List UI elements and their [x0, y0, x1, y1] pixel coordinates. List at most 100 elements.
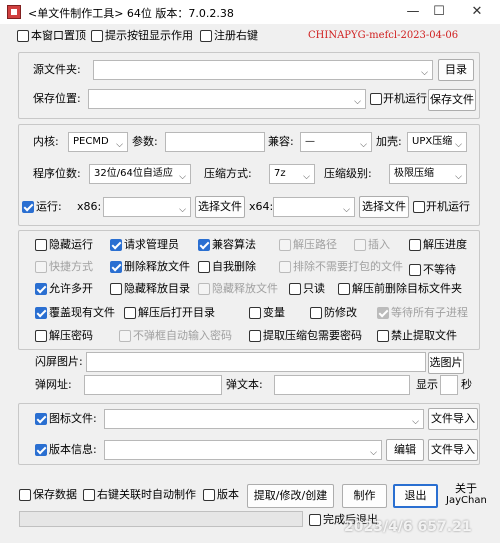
- tooltip-hint-label: 提示按钮显示作用: [105, 29, 193, 42]
- register-context-checkbox[interactable]: [200, 30, 212, 42]
- delete-release-checkbox[interactable]: [110, 261, 122, 273]
- make-button[interactable]: 制作: [342, 484, 387, 508]
- request-admin-label: 请求管理员: [124, 238, 179, 251]
- maximize-button[interactable]: ☐: [428, 2, 450, 22]
- icon-import-button[interactable]: 文件导入: [428, 408, 478, 430]
- x86-combo[interactable]: ⌵: [103, 197, 191, 217]
- title-bar: <单文件制作工具> 64位 版本：7.0.2.38 — ☐ ✕: [0, 0, 500, 24]
- variable-checkbox[interactable]: [249, 307, 261, 319]
- popup-url-input[interactable]: [84, 375, 222, 395]
- compress-level-label: 压缩级别:: [324, 167, 372, 180]
- shell-label: 加壳:: [376, 135, 402, 148]
- hidden-run-checkbox[interactable]: [35, 239, 47, 251]
- source-startup-checkbox[interactable]: [370, 93, 382, 105]
- allow-multi-checkbox[interactable]: [35, 283, 47, 295]
- watermark-text: 2023/4/6 657.21: [344, 519, 472, 535]
- seconds-input[interactable]: [440, 375, 458, 395]
- save-data-checkbox[interactable]: [19, 489, 31, 501]
- exclude-files-checkbox[interactable]: [279, 261, 291, 273]
- seconds-label: 秒: [461, 378, 472, 391]
- unzip-password-checkbox[interactable]: [35, 330, 47, 342]
- icon-file-combo[interactable]: ⌵: [104, 409, 424, 429]
- core-startup-label: 开机运行: [426, 200, 470, 213]
- author-text: JayChan: [446, 495, 487, 506]
- param-input[interactable]: [165, 132, 265, 152]
- x64-combo[interactable]: ⌵: [273, 197, 355, 217]
- source-folder-combo[interactable]: ⌵: [93, 60, 433, 80]
- version-import-button[interactable]: 文件导入: [428, 439, 478, 461]
- wait-child-label: 等待所有子进程: [391, 306, 468, 319]
- select-x86-file-button[interactable]: 选择文件: [195, 196, 245, 218]
- extract-modify-create-button[interactable]: 提取/修改/创建: [247, 484, 334, 508]
- shutdown-after-checkbox[interactable]: [309, 514, 321, 526]
- insert-checkbox[interactable]: [354, 239, 366, 251]
- icon-file-checkbox[interactable]: [35, 413, 47, 425]
- close-button[interactable]: ✕: [466, 2, 488, 22]
- overwrite-existing-label: 覆盖现有文件: [49, 306, 115, 319]
- splash-image-label: 闪屏图片:: [35, 355, 83, 368]
- kernel-combo[interactable]: PECMD ⌵: [68, 132, 128, 152]
- minimize-button[interactable]: —: [402, 2, 424, 22]
- exit-button[interactable]: 退出: [393, 484, 438, 508]
- context-auto-checkbox[interactable]: [83, 489, 95, 501]
- core-startup-checkbox[interactable]: [413, 201, 425, 213]
- no-autoinput-popup-checkbox[interactable]: [119, 330, 131, 342]
- compress-level-combo[interactable]: 极限压缩 ⌵: [389, 164, 467, 184]
- forbid-extract-label: 禁止提取文件: [391, 329, 457, 342]
- select-image-button[interactable]: 选图片: [428, 352, 464, 374]
- unzip-progress-checkbox[interactable]: [409, 239, 421, 251]
- compat-combo[interactable]: — ⌵: [300, 132, 372, 152]
- compat-algo-label: 兼容算法: [212, 238, 256, 251]
- hide-release-files-checkbox[interactable]: [198, 283, 210, 295]
- popup-text-input[interactable]: [274, 375, 410, 395]
- compat-algo-checkbox[interactable]: [198, 239, 210, 251]
- popup-text-label: 弹文本:: [226, 378, 263, 391]
- splash-image-input[interactable]: [86, 352, 426, 372]
- variable-label: 变量: [263, 306, 285, 319]
- shortcut-label: 快捷方式: [49, 260, 93, 273]
- run-checkbox[interactable]: [22, 201, 34, 213]
- wait-child-checkbox[interactable]: [377, 307, 389, 319]
- version-info-combo[interactable]: ⌵: [104, 440, 382, 460]
- window-topmost-label: 本窗口置顶: [31, 29, 86, 42]
- open-dir-after-checkbox[interactable]: [124, 307, 136, 319]
- chevron-down-icon: ⌵: [343, 205, 350, 215]
- version-checkbox[interactable]: [203, 489, 215, 501]
- tooltip-hint-checkbox[interactable]: [91, 30, 103, 42]
- compress-method-combo[interactable]: 7z ⌵: [269, 164, 315, 184]
- x86-label: x86:: [77, 200, 102, 213]
- directory-button[interactable]: 目录: [438, 59, 474, 81]
- shortcut-checkbox[interactable]: [35, 261, 47, 273]
- chevron-down-icon: ⌵: [354, 97, 361, 107]
- version-label: 版本: [217, 488, 239, 501]
- icon-file-label: 图标文件:: [49, 412, 97, 425]
- no-wait-checkbox[interactable]: [409, 264, 421, 276]
- no-autoinput-popup-label: 不弹框自动输入密码: [133, 329, 232, 342]
- show-label: 显示: [416, 378, 438, 391]
- delete-target-before-checkbox[interactable]: [338, 283, 350, 295]
- readonly-checkbox[interactable]: [289, 283, 301, 295]
- unzip-path-checkbox[interactable]: [279, 239, 291, 251]
- register-context-label: 注册右键: [214, 29, 258, 42]
- anti-tamper-checkbox[interactable]: [310, 307, 322, 319]
- hide-release-dir-checkbox[interactable]: [110, 283, 122, 295]
- popup-url-label: 弹网址:: [35, 378, 72, 391]
- overwrite-existing-checkbox[interactable]: [35, 307, 47, 319]
- forbid-extract-checkbox[interactable]: [377, 330, 389, 342]
- bits-combo[interactable]: 32位/64位自适应 ⌵: [89, 164, 191, 184]
- shell-combo[interactable]: UPX压缩 ⌵: [407, 132, 467, 152]
- extract-password-checkbox[interactable]: [249, 330, 261, 342]
- self-delete-checkbox[interactable]: [198, 261, 210, 273]
- kernel-label: 内核:: [33, 135, 59, 148]
- request-admin-checkbox[interactable]: [110, 239, 122, 251]
- chevron-down-icon: ⌵: [370, 448, 377, 458]
- save-location-combo[interactable]: ⌵: [88, 89, 366, 109]
- window-topmost-checkbox[interactable]: [17, 30, 29, 42]
- exclude-files-label: 排除不需要打包的文件: [293, 260, 403, 273]
- chevron-down-icon: ⌵: [360, 140, 367, 150]
- save-file-button[interactable]: 保存文件: [428, 89, 476, 111]
- edit-version-button[interactable]: 编辑: [386, 439, 424, 461]
- delete-target-before-label: 解压前删除目标文件夹: [352, 282, 462, 295]
- version-info-checkbox[interactable]: [35, 444, 47, 456]
- select-x64-file-button[interactable]: 选择文件: [359, 196, 409, 218]
